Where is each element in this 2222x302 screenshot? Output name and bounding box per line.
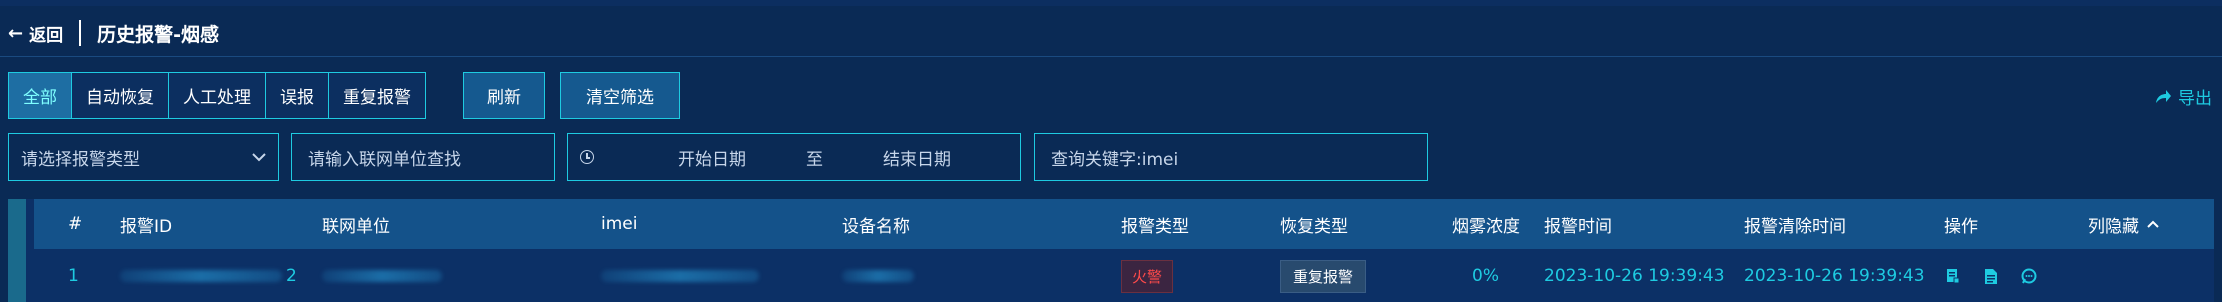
keyword-search-input[interactable]: 查询关键字:imei <box>1034 133 1428 181</box>
redacted-device-name <box>842 270 914 282</box>
col-alarm-type: 报警类型 <box>1121 216 1189 237</box>
col-imei: imei <box>601 214 638 234</box>
row-recovery-type: 重复报警 <box>1280 250 1367 302</box>
row-index: 1 <box>68 266 79 286</box>
row-actions <box>1944 250 2038 302</box>
table-header: # 报警ID 联网单位 imei 设备名称 报警类型 恢复类型 烟雾浓度 报警时… <box>34 199 2214 249</box>
export-label: 导出 <box>2178 89 2212 109</box>
alarm-id-suffix: 2 <box>286 266 297 286</box>
row-alarm-time: 2023-10-26 19:39:43 <box>1544 266 1725 286</box>
refresh-button[interactable]: 刷新 <box>463 72 545 119</box>
filter-manual-button[interactable]: 人工处理 <box>169 73 266 118</box>
row-clear-time: 2023-10-26 19:39:43 <box>1744 266 1925 286</box>
header-divider <box>79 20 82 46</box>
export-arrow-icon <box>2156 89 2171 103</box>
chevron-up-icon <box>2147 220 2159 228</box>
col-index: # <box>68 214 83 234</box>
column-toggle-button[interactable]: 列隐藏 <box>2088 199 2159 249</box>
top-border <box>0 0 2222 6</box>
row-alarm-id: 2 <box>120 250 297 302</box>
col-toggle-label: 列隐藏 <box>2088 216 2139 237</box>
filter-all-button[interactable]: 全部 <box>9 73 72 118</box>
row-smoke-density: 0% <box>1472 266 1499 286</box>
col-clear-time: 报警清除时间 <box>1744 216 1846 237</box>
col-actions: 操作 <box>1944 216 1978 237</box>
repeat-alarm-badge: 重复报警 <box>1280 259 1367 293</box>
col-device-name: 设备名称 <box>842 216 910 237</box>
table-row[interactable]: 1 2 火警 重复报警 0% 2023-10-26 19:39:43 2023-… <box>34 250 2214 302</box>
col-alarm-time: 报警时间 <box>1544 216 1612 237</box>
page-header: ← 返回 历史报警-烟感 <box>0 14 2222 52</box>
arrow-left-icon: ← <box>8 22 24 44</box>
header-separator <box>0 56 2222 57</box>
row-alarm-type: 火警 <box>1121 250 1174 302</box>
unit-search-input[interactable]: 请输入联网单位查找 <box>291 133 555 181</box>
start-date-field[interactable]: 开始日期 <box>678 145 746 170</box>
col-recovery-type: 恢复类型 <box>1280 216 1348 237</box>
redacted-imei <box>601 270 759 282</box>
alarm-type-select[interactable]: 请选择报警类型 <box>8 133 279 181</box>
comment-icon[interactable] <box>2020 267 2038 285</box>
redacted-unit <box>322 270 442 282</box>
date-range-picker[interactable]: 开始日期 至 结束日期 <box>567 133 1021 181</box>
filter-false-alarm-button[interactable]: 误报 <box>266 73 329 118</box>
fire-alarm-badge: 火警 <box>1121 259 1174 293</box>
back-button[interactable]: ← 返回 <box>8 21 63 46</box>
back-label: 返回 <box>29 25 64 46</box>
col-alarm-id: 报警ID <box>120 216 173 237</box>
table-left-accent <box>8 199 26 302</box>
col-smoke-density: 烟雾浓度 <box>1452 216 1520 237</box>
page-title: 历史报警-烟感 <box>97 23 219 46</box>
edit-icon[interactable] <box>1944 267 1962 285</box>
date-separator: 至 <box>806 149 823 170</box>
status-filter-group: 全部 自动恢复 人工处理 误报 重复报警 <box>8 72 426 119</box>
col-unit: 联网单位 <box>322 216 390 237</box>
filter-repeat-button[interactable]: 重复报警 <box>329 73 425 118</box>
clear-filter-button[interactable]: 清空筛选 <box>560 72 680 119</box>
row-imei <box>601 250 759 302</box>
document-icon[interactable] <box>1982 267 2000 285</box>
alarm-type-placeholder: 请选择报警类型 <box>21 149 140 170</box>
export-button[interactable]: 导出 <box>2154 84 2212 109</box>
filter-auto-recover-button[interactable]: 自动恢复 <box>72 73 169 118</box>
clock-icon <box>580 150 594 164</box>
end-date-field[interactable]: 结束日期 <box>883 145 951 170</box>
unit-placeholder: 请输入联网单位查找 <box>308 149 461 170</box>
chevron-down-icon <box>252 153 266 162</box>
row-unit <box>322 250 442 302</box>
keyword-placeholder: 查询关键字:imei <box>1051 149 1179 170</box>
row-device-name <box>842 250 914 302</box>
redacted-alarm-id <box>120 270 282 282</box>
